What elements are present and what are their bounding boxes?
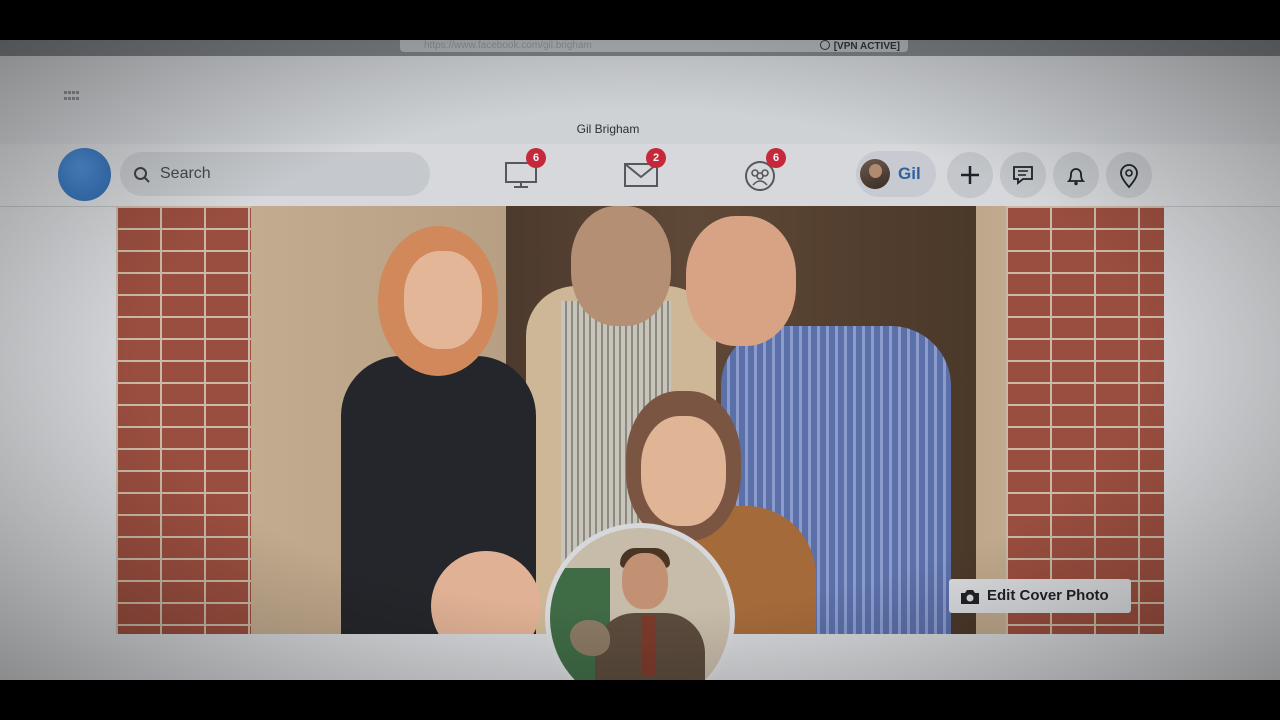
watch-badge: 6 <box>526 148 546 168</box>
plus-icon <box>961 166 979 184</box>
browser-bar: https://www.facebook.com/gil.brigham [VP… <box>0 40 1280 56</box>
vpn-status-text: [VPN ACTIVE] <box>833 41 900 52</box>
create-button[interactable] <box>947 152 993 198</box>
search-input[interactable]: Search <box>120 152 430 196</box>
vpn-shield-icon <box>819 40 830 50</box>
nav-groups[interactable]: 6 <box>736 148 786 200</box>
groups-badge: 6 <box>766 148 786 168</box>
app-grid-icon[interactable] <box>64 91 80 101</box>
top-navigation: Search 6 2 6 Gil <box>0 144 1280 207</box>
nav-messages[interactable]: 2 <box>616 148 666 200</box>
location-pin-icon <box>1120 164 1138 189</box>
site-logo[interactable] <box>58 148 111 201</box>
profile-name: Gil <box>898 164 921 183</box>
chat-icon <box>1013 166 1033 185</box>
address-bar[interactable]: https://www.facebook.com/gil.brigham [VP… <box>400 40 908 52</box>
window-title: Gil Brigham <box>576 122 640 136</box>
notifications-button[interactable] <box>1053 152 1099 198</box>
edit-cover-photo-label: Edit Cover Photo <box>987 587 1109 604</box>
vpn-status: [VPN ACTIVE] <box>819 40 900 53</box>
nav-watch[interactable]: 6 <box>496 148 546 200</box>
profile-button[interactable]: Gil <box>856 151 936 197</box>
search-placeholder: Search <box>160 165 211 182</box>
address-bar-url[interactable]: https://www.facebook.com/gil.brigham <box>424 40 592 52</box>
profile-avatar <box>860 159 890 189</box>
messenger-button[interactable] <box>1000 152 1046 198</box>
messages-badge: 2 <box>646 148 666 168</box>
location-button[interactable] <box>1106 152 1152 198</box>
edit-cover-photo-button[interactable]: Edit Cover Photo <box>949 579 1131 613</box>
bell-icon <box>1066 168 1086 186</box>
search-icon <box>134 167 150 183</box>
camera-icon <box>961 590 979 604</box>
screen: https://www.facebook.com/gil.brigham [VP… <box>0 40 1280 680</box>
